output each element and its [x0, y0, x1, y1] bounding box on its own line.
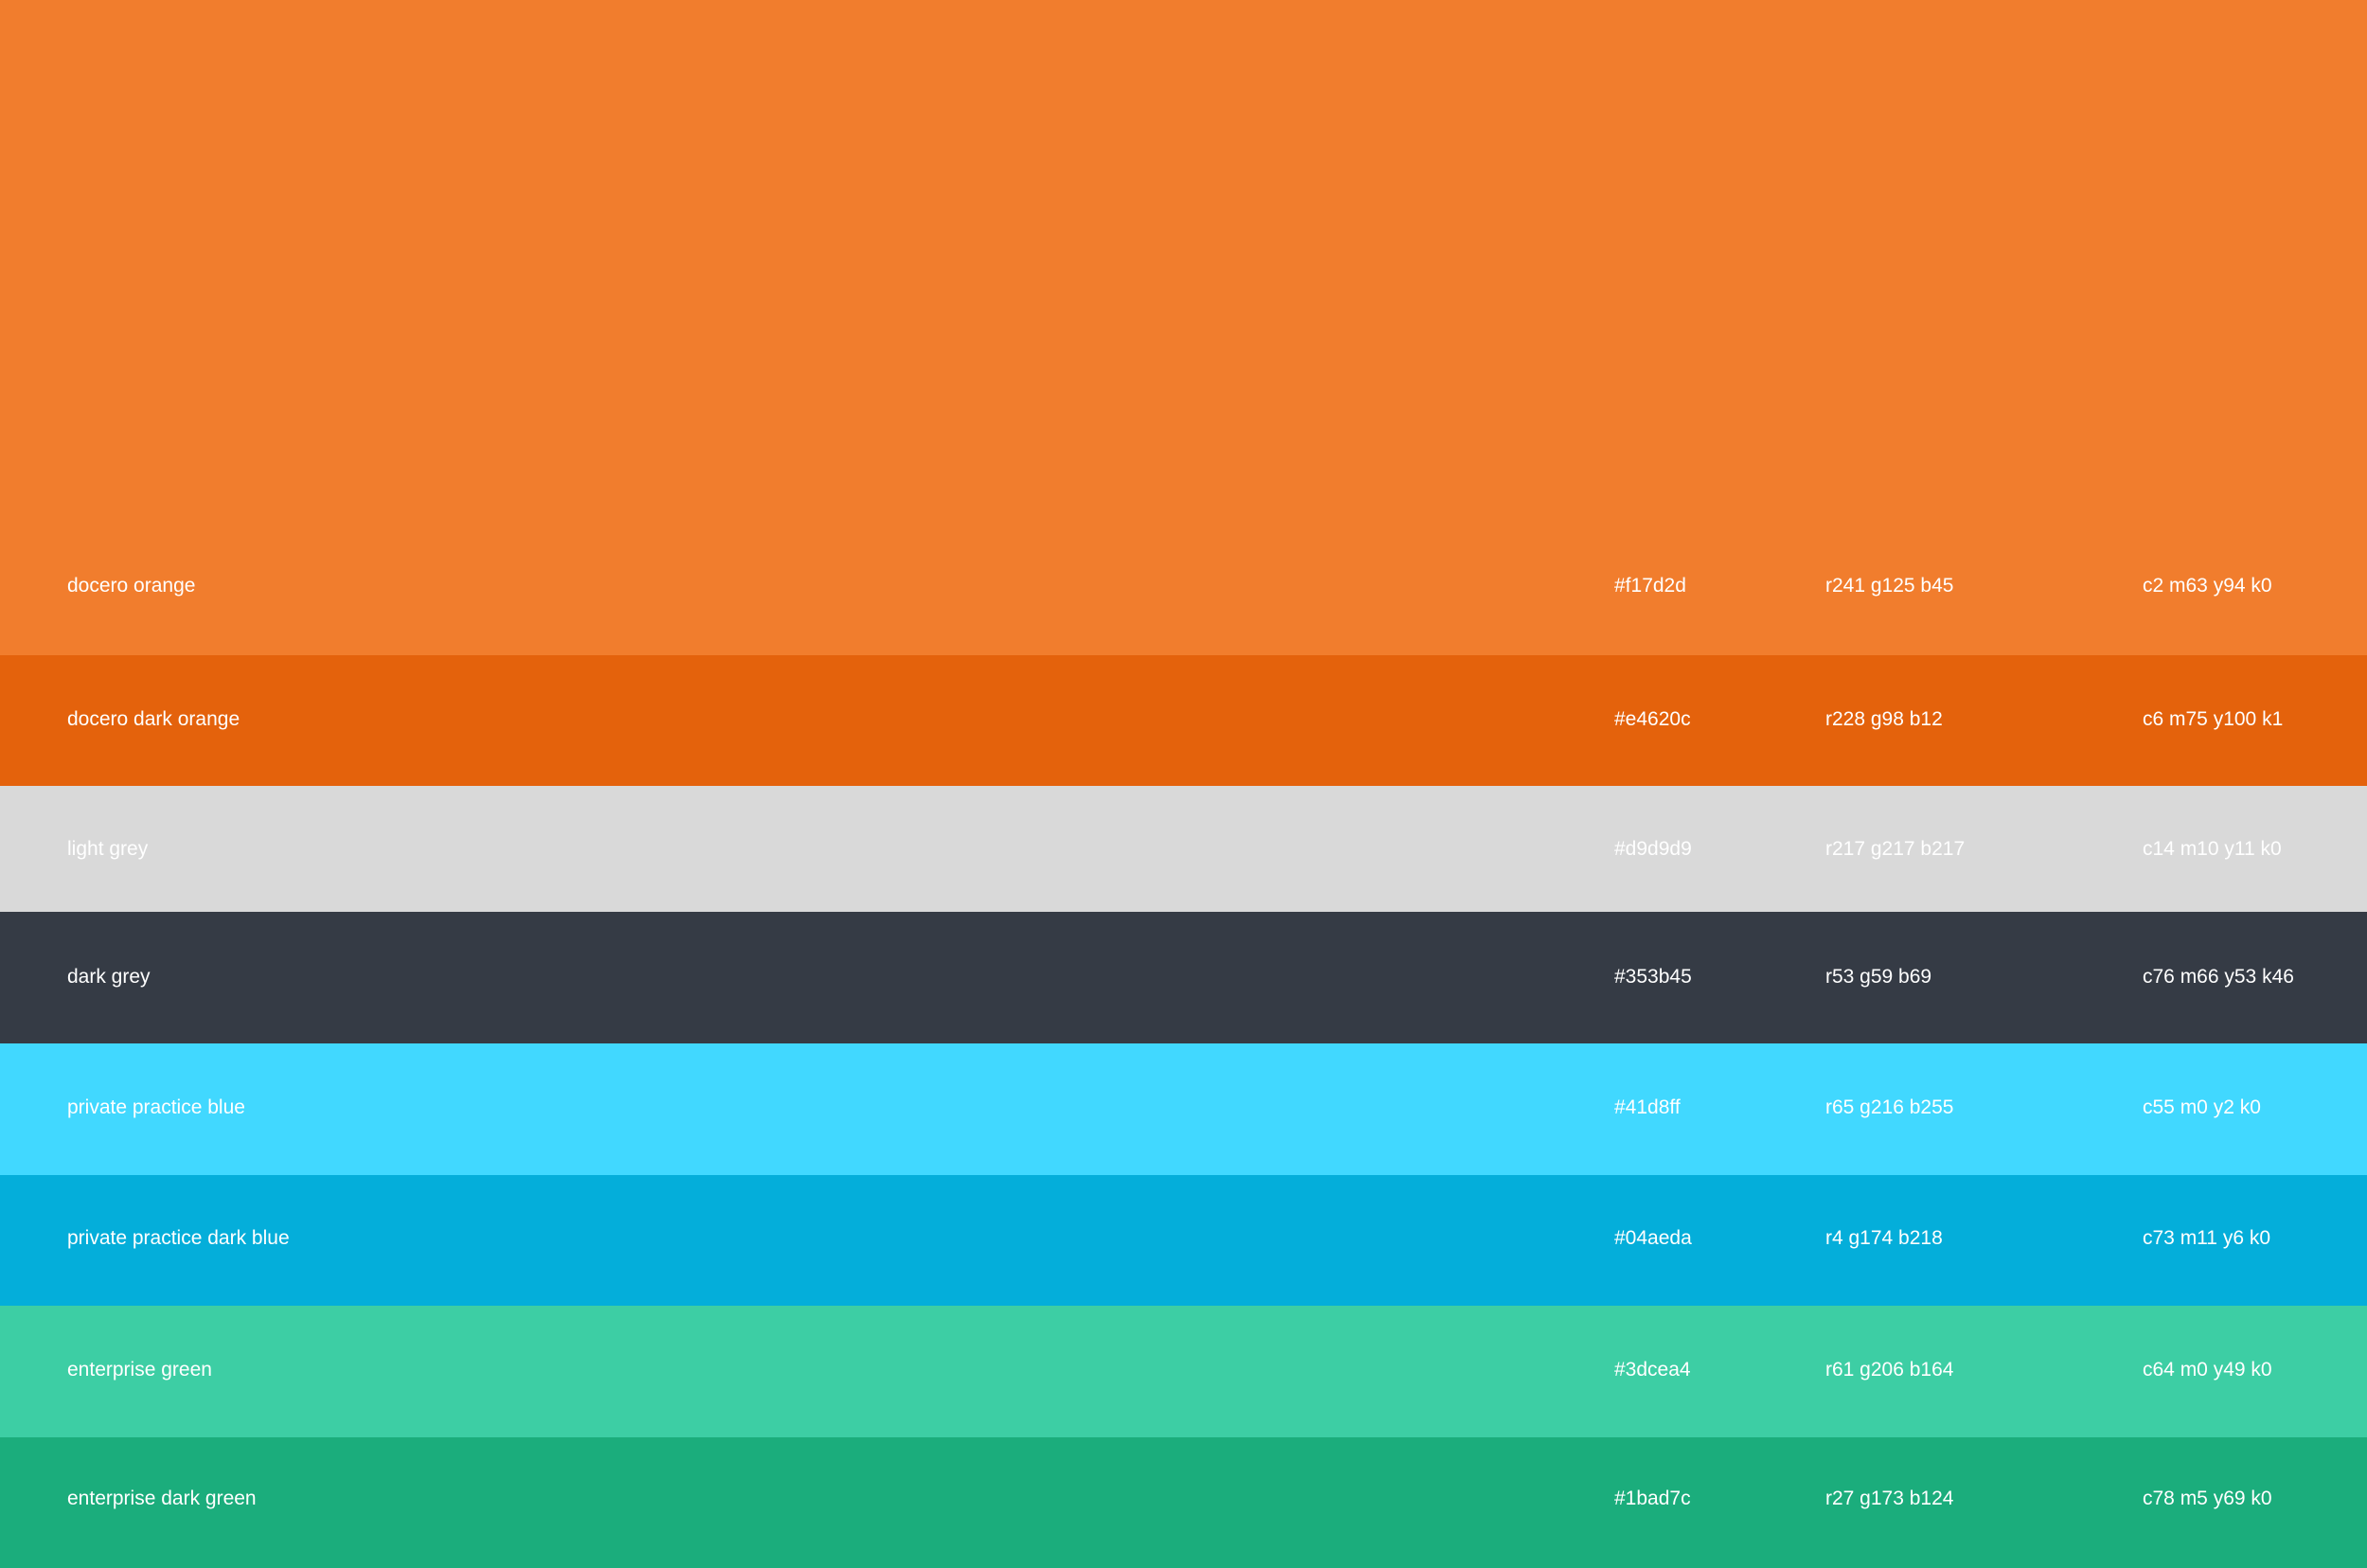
swatch-private-practice-blue: private practice blue #41d8ff r65 g216 b… — [0, 1043, 2367, 1175]
swatch-rgb: r65 g216 b255 — [1825, 1096, 1954, 1118]
swatch-hex: #3dcea4 — [1614, 1359, 1691, 1381]
swatch-hex: #41d8ff — [1614, 1096, 1681, 1118]
swatch-cmyk: c64 m0 y49 k0 — [2143, 1359, 2272, 1381]
swatch-rgb: r27 g173 b124 — [1825, 1488, 1954, 1509]
swatch-enterprise-green: enterprise green #3dcea4 r61 g206 b164 c… — [0, 1306, 2367, 1437]
swatch-cmyk: c2 m63 y94 k0 — [2143, 575, 2272, 597]
swatch-enterprise-dark-green: enterprise dark green #1bad7c r27 g173 b… — [0, 1437, 2367, 1568]
swatch-docero-dark-orange: docero dark orange #e4620c r228 g98 b12 … — [0, 655, 2367, 786]
swatch-name: light grey — [67, 838, 149, 860]
swatch-name: dark grey — [67, 966, 151, 988]
swatch-name: enterprise dark green — [67, 1488, 257, 1509]
swatch-hex: #e4620c — [1614, 708, 1691, 730]
swatch-rgb: r217 g217 b217 — [1825, 838, 1966, 860]
swatch-cmyk: c76 m66 y53 k46 — [2143, 966, 2294, 988]
swatch-cmyk: c78 m5 y69 k0 — [2143, 1488, 2272, 1509]
swatch-hex: #353b45 — [1614, 966, 1692, 988]
swatch-rgb: r61 g206 b164 — [1825, 1359, 1954, 1381]
swatch-rgb: r228 g98 b12 — [1825, 708, 1943, 730]
swatch-dark-grey: dark grey #353b45 r53 g59 b69 c76 m66 y5… — [0, 912, 2367, 1043]
swatch-cmyk: c14 m10 y11 k0 — [2143, 838, 2282, 860]
swatch-name: enterprise green — [67, 1359, 212, 1381]
swatch-name: private practice blue — [67, 1096, 245, 1118]
swatch-hex: #d9d9d9 — [1614, 838, 1692, 860]
swatch-cmyk: c6 m75 y100 k1 — [2143, 708, 2284, 730]
swatch-hex: #04aeda — [1614, 1227, 1692, 1249]
swatch-name: docero dark orange — [67, 708, 240, 730]
swatch-hex: #1bad7c — [1614, 1488, 1691, 1509]
swatch-rgb: r53 g59 b69 — [1825, 966, 1932, 988]
swatch-name: private practice dark blue — [67, 1227, 290, 1249]
swatch-cmyk: c55 m0 y2 k0 — [2143, 1096, 2261, 1118]
swatch-rgb: r241 g125 b45 — [1825, 575, 1954, 597]
swatch-hex: #f17d2d — [1614, 575, 1686, 597]
swatch-rgb: r4 g174 b218 — [1825, 1227, 1943, 1249]
swatch-docero-orange: docero orange #f17d2d r241 g125 b45 c2 m… — [0, 0, 2367, 655]
swatch-name: docero orange — [67, 575, 196, 597]
swatch-light-grey: light grey #d9d9d9 r217 g217 b217 c14 m1… — [0, 786, 2367, 912]
swatch-private-practice-dark-blue: private practice dark blue #04aeda r4 g1… — [0, 1175, 2367, 1306]
swatch-cmyk: c73 m11 y6 k0 — [2143, 1227, 2271, 1249]
color-palette: docero orange #f17d2d r241 g125 b45 c2 m… — [0, 0, 2367, 1568]
